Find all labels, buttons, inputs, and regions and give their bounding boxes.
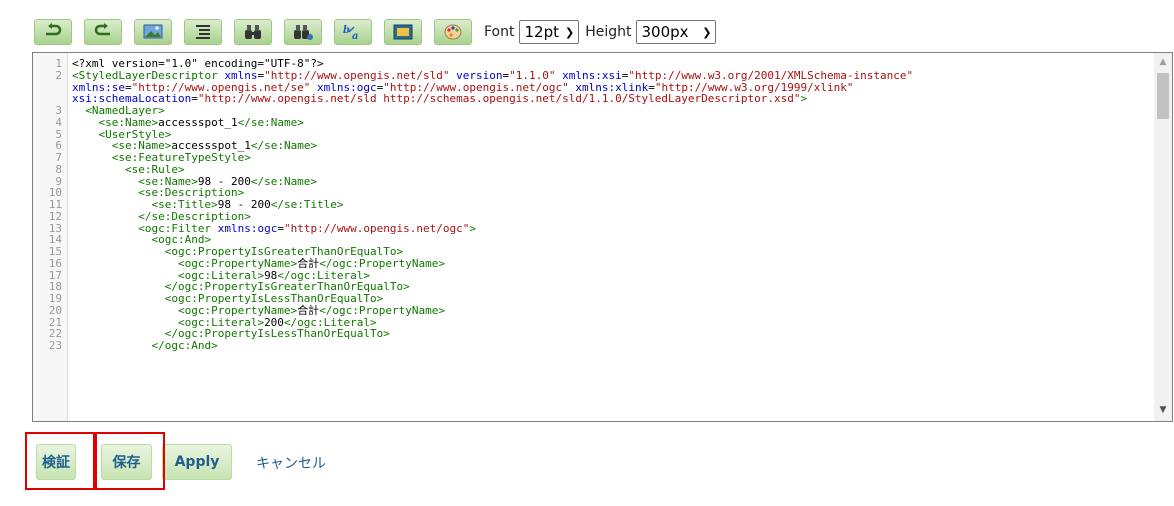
redo-button[interactable] <box>84 19 122 45</box>
undo-icon <box>46 23 62 36</box>
line-number: 1 <box>55 57 62 70</box>
insert-image-button[interactable] <box>134 19 172 45</box>
code-line[interactable]: 8 <se:Rule> <box>33 162 1152 176</box>
line-number: 4 <box>55 115 62 129</box>
line-number: 11 <box>48 198 62 211</box>
validate-button[interactable]: 検証 <box>36 444 76 480</box>
line-number: 15 <box>48 245 62 258</box>
save-button[interactable]: 保存 <box>101 444 152 480</box>
line-number: 3 <box>55 104 62 117</box>
font-label: Font <box>484 24 515 40</box>
code-line[interactable]: 3 <NamedLayer> <box>33 105 1152 117</box>
scrollbar-thumb[interactable] <box>1157 73 1169 119</box>
code-lines[interactable]: 1 <?xml version="1.0" encoding="UTF-8"?> 2… <box>33 58 1152 352</box>
font-size-value: 12pt <box>524 23 559 41</box>
code-line[interactable]: xsi:schemaLocation="http://www.opengis.n… <box>33 93 1152 105</box>
editor-toolbar: ba Font 12pt ❯ Height 300px ❯ <box>34 19 722 45</box>
line-number <box>33 82 67 94</box>
image-frame-icon <box>393 24 413 40</box>
font-size-select[interactable]: 12pt ❯ <box>519 20 580 44</box>
palette-icon <box>444 24 462 40</box>
code-line[interactable]: 7 <se:FeatureTypeStyle> <box>33 152 1152 164</box>
color-button[interactable] <box>434 19 472 45</box>
line-number: 23 <box>48 339 62 352</box>
xml-code-editor[interactable]: 1 <?xml version="1.0" encoding="UTF-8"?> 2… <box>32 52 1173 422</box>
code-text[interactable]: xsi:schemaLocation="http://www.opengis.n… <box>67 93 807 105</box>
binoculars-icon <box>245 25 261 39</box>
height-label: Height <box>585 24 632 40</box>
line-number: 20 <box>48 303 62 317</box>
redo-icon <box>94 23 110 36</box>
chevron-down-icon: ❯ <box>564 25 575 39</box>
line-number: 12 <box>48 209 62 223</box>
undo-button[interactable] <box>34 19 72 45</box>
line-number: 16 <box>48 256 62 270</box>
font-replace-button[interactable]: ba <box>334 19 372 45</box>
action-bar: 検証 保存 Apply キャンセル <box>0 444 1174 480</box>
svg-text:b: b <box>343 25 350 36</box>
line-number: 8 <box>55 162 62 176</box>
line-number: 7 <box>55 151 62 164</box>
code-line[interactable]: 23 </ogc:And> <box>33 340 1152 352</box>
vertical-scrollbar[interactable]: ▲ ▼ <box>1154 53 1172 421</box>
height-select[interactable]: 300px ❯ <box>636 20 717 44</box>
indent-button[interactable] <box>184 19 222 45</box>
line-number: 19 <box>48 292 62 305</box>
font-replace-icon: ba <box>343 25 358 42</box>
replace-button[interactable] <box>284 19 322 45</box>
cancel-link[interactable]: キャンセル <box>256 453 326 473</box>
svg-text:a: a <box>352 31 358 42</box>
scroll-down-icon[interactable]: ▼ <box>1154 405 1172 415</box>
code-line[interactable]: 4 <se:Name>accessspot_1</se:Name> <box>33 115 1152 129</box>
line-number: 2 <box>55 68 62 82</box>
scroll-up-icon[interactable]: ▲ <box>1154 57 1172 67</box>
binoculars-gear-icon <box>294 25 313 40</box>
code-text[interactable]: </ogc:And> <box>67 340 217 352</box>
chevron-down-icon: ❯ <box>702 25 712 39</box>
search-button[interactable] <box>234 19 272 45</box>
apply-button[interactable]: Apply <box>162 444 232 480</box>
fullscreen-button[interactable] <box>384 19 422 45</box>
height-value: 300px <box>641 23 689 41</box>
picture-icon <box>143 24 163 39</box>
indent-icon <box>196 25 210 39</box>
